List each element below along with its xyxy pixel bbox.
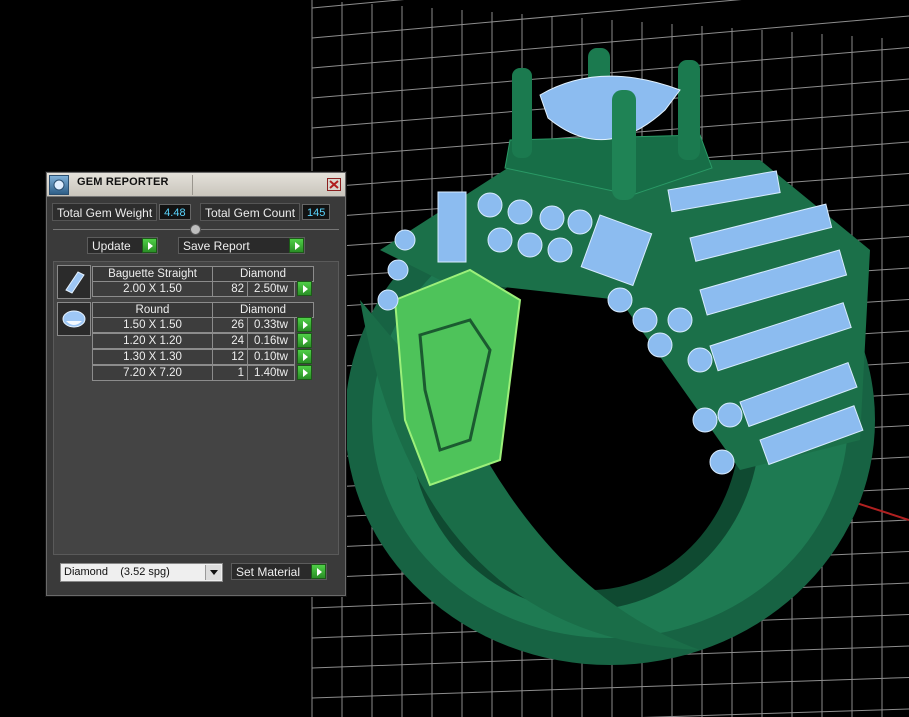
update-go-icon [142, 238, 157, 253]
group-material: Diamond [212, 302, 314, 318]
material-select[interactable]: Diamond (3.52 spg) [60, 563, 223, 582]
select-gem-button[interactable] [297, 333, 312, 348]
total-gem-count-label: Total Gem Count [200, 203, 301, 221]
update-label: Update [92, 238, 131, 253]
title-separator [192, 175, 193, 195]
group-material: Diamond [212, 266, 314, 282]
save-report-go-icon [289, 238, 304, 253]
window-title: GEM REPORTER [77, 176, 169, 188]
close-icon [329, 180, 339, 189]
update-button[interactable]: Update [87, 237, 158, 254]
baguette-gem-icon [57, 265, 91, 299]
set-material-go-icon [311, 564, 326, 579]
group-shape: Baguette Straight [92, 266, 213, 282]
ring-model[interactable] [345, 160, 875, 665]
total-gem-count-value: 145 [302, 204, 331, 220]
gem-count: 12 [212, 349, 248, 365]
gem-weight: 2.50tw [247, 281, 295, 297]
panel-footer: Diamond (3.52 spg) Set Material [53, 557, 339, 589]
gem-count: 1 [212, 365, 248, 381]
select-gem-button[interactable] [297, 317, 312, 332]
title-bar[interactable]: GEM REPORTER [47, 173, 345, 197]
set-material-label: Set Material [236, 564, 301, 579]
material-select-value: Diamond (3.52 spg) [64, 566, 170, 578]
gem-size: 1.30 X 1.30 [92, 349, 213, 365]
group-shape: Round [92, 302, 213, 318]
gem-weight: 0.10tw [247, 349, 295, 365]
gem-weight: 0.16tw [247, 333, 295, 349]
collapse-knob[interactable] [190, 224, 201, 235]
gem-weight: 0.33tw [247, 317, 295, 333]
close-button[interactable] [327, 178, 341, 191]
gem-count: 26 [212, 317, 248, 333]
total-gem-weight: Total Gem Weight 4.48 [52, 203, 191, 221]
gem-count: 24 [212, 333, 248, 349]
total-gem-count: Total Gem Count 145 [200, 203, 331, 221]
gem-size: 1.20 X 1.20 [92, 333, 213, 349]
gem-size: 7.20 X 7.20 [92, 365, 213, 381]
save-report-label: Save Report [183, 238, 250, 253]
set-material-button[interactable]: Set Material [231, 563, 327, 580]
save-report-button[interactable]: Save Report [178, 237, 305, 254]
gem-reporter-panel: GEM REPORTER Total Gem Weight 4.48 Total… [46, 172, 346, 596]
round-gem-icon [57, 302, 91, 336]
gem-size: 2.00 X 1.50 [92, 281, 213, 297]
select-gem-button[interactable] [297, 349, 312, 364]
total-gem-weight-label: Total Gem Weight [52, 203, 158, 221]
gem-size: 1.50 X 1.50 [92, 317, 213, 333]
gem-reporter-icon [49, 175, 69, 195]
chevron-down-icon[interactable] [205, 565, 221, 580]
select-gem-button[interactable] [297, 365, 312, 380]
gem-count: 82 [212, 281, 248, 297]
gem-weight: 1.40tw [247, 365, 295, 381]
select-gem-button[interactable] [297, 281, 312, 296]
total-gem-weight-value: 4.48 [159, 204, 191, 220]
gem-list: Baguette Straight Diamond 2.00 X 1.50 82… [53, 261, 339, 555]
